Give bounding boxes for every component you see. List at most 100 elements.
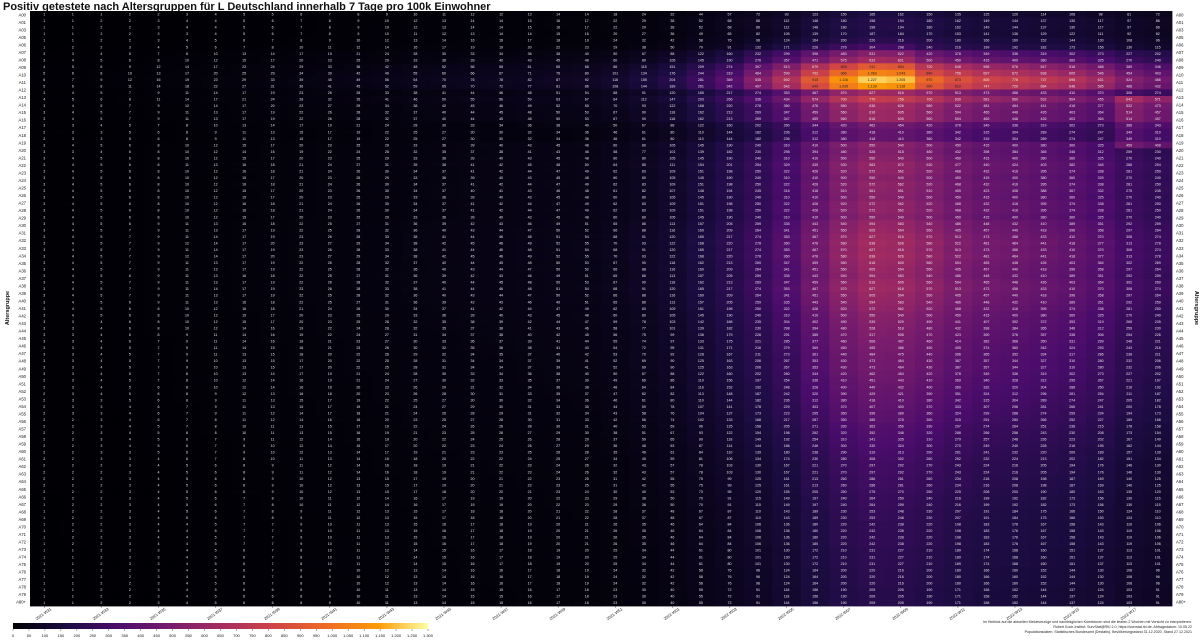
cell-label: 20	[613, 32, 617, 36]
cell-label: 151	[698, 169, 704, 173]
cell-label: 43	[471, 268, 475, 272]
cell-label: 29	[385, 196, 389, 200]
cell-label: 12	[214, 202, 218, 206]
cell-label: 39	[299, 78, 303, 82]
cell-label: 43	[499, 274, 503, 278]
heatmap-cells: 1 1 1 2 2 3 4 5 5 6 7 8 9 10 11 12 12 13 14 14 18 24 32 44 57 72 9…	[30, 11, 1173, 607]
cell-label: 5	[100, 169, 102, 173]
cell-label: 269	[755, 261, 761, 265]
cell-label: 202	[755, 124, 761, 128]
cell-label: 49	[585, 202, 589, 206]
cell-label: 1.035	[839, 84, 848, 88]
cell-label: 30	[499, 130, 503, 134]
cell-label: 353	[784, 91, 790, 95]
cell-label: 36	[356, 65, 360, 69]
cell-label: 2	[43, 411, 45, 415]
cell-label: 29	[471, 405, 475, 409]
cell-label: 56	[471, 65, 475, 69]
cell-label: 274	[1069, 398, 1075, 402]
cell-label: 312	[812, 130, 818, 134]
cell-label: 113	[670, 300, 676, 304]
cell-label: 3	[43, 326, 45, 330]
cell-label: 13	[242, 52, 246, 56]
cell-label: 456	[1012, 248, 1018, 252]
cell-label: 41	[499, 189, 503, 193]
cell-label: 259	[1155, 274, 1161, 278]
cell-label: 80	[642, 143, 646, 147]
cell-label: 18	[271, 183, 275, 187]
cell-label: 12	[214, 143, 218, 147]
cell-label: 486	[955, 222, 961, 226]
cell-label: 270	[1126, 313, 1132, 317]
cell-label: 410	[1041, 300, 1047, 304]
cell-label: 420	[926, 52, 932, 56]
cell-label: 631	[1098, 78, 1104, 82]
cell-label: 416	[1012, 183, 1018, 187]
cell-label: 39	[471, 215, 475, 219]
cell-label: 248	[1126, 339, 1132, 343]
cell-label: 90	[642, 281, 646, 285]
cell-label: 15	[528, 26, 532, 30]
cell-label: 849	[812, 84, 818, 88]
cell-label: 84	[613, 98, 617, 102]
cell-label: 59	[642, 405, 646, 409]
cell-label: 40	[499, 156, 503, 160]
cell-label: 4	[72, 254, 74, 258]
cell-label: 12	[185, 254, 189, 258]
cell-label: 202	[1155, 372, 1161, 376]
cell-label: 11	[242, 130, 246, 134]
cell-label: 403	[1069, 281, 1075, 285]
cell-label: 29	[385, 143, 389, 147]
cell-label: 720	[926, 65, 932, 69]
cell-label: 14	[214, 287, 218, 291]
cell-label: 25	[442, 418, 446, 422]
cell-label: 495	[955, 228, 961, 232]
cell-label: 38	[556, 52, 560, 56]
cell-label: 47	[556, 202, 560, 206]
cell-label: 70	[613, 241, 617, 245]
cell-label: 360	[1012, 346, 1018, 350]
cell-label: 3	[43, 320, 45, 324]
cell-label: 418	[1041, 294, 1047, 298]
cell-label: 240	[1155, 313, 1161, 317]
cell-label: 310	[784, 143, 790, 147]
cell-label: 32	[528, 137, 532, 141]
cell-label: 29	[242, 78, 246, 82]
cell-label: 297	[1126, 294, 1132, 298]
cell-label: 40	[499, 176, 503, 180]
cell-label: 334	[1041, 353, 1047, 357]
cell-label: 457	[983, 228, 989, 232]
cell-label: 3	[43, 196, 45, 200]
cell-label: 26	[328, 281, 332, 285]
cell-label: 202	[755, 372, 761, 376]
cell-label: 4	[100, 320, 102, 324]
cell-label: 35	[442, 320, 446, 324]
cell-label: 34	[413, 307, 417, 311]
cell-label: 200	[841, 39, 847, 43]
cell-label: 82	[756, 32, 760, 36]
cell-label: 18	[299, 353, 303, 357]
cell-label: 37	[528, 359, 532, 363]
cell-label: 550	[926, 294, 932, 298]
cell-label: 139	[698, 150, 704, 154]
cell-label: 312	[1098, 150, 1104, 154]
cell-label: 626	[898, 254, 904, 258]
cell-label: 67	[613, 117, 617, 121]
cell-label: 133	[698, 339, 704, 343]
cell-label: 292	[1126, 300, 1132, 304]
cell-label: 306	[1098, 333, 1104, 337]
cell-label: 4	[100, 385, 102, 389]
cell-label: 1	[72, 32, 74, 36]
cell-label: 8	[129, 98, 131, 102]
cell-label: 376	[1012, 333, 1018, 337]
cell-label: 17	[242, 281, 246, 285]
cell-label: 14	[214, 235, 218, 239]
cell-label: 43	[556, 326, 560, 330]
cell-label: 109	[669, 183, 675, 187]
cell-label: 22	[328, 326, 332, 330]
cell-label: 46	[499, 241, 503, 245]
cell-label: 173	[1155, 411, 1161, 415]
cell-label: 2	[129, 13, 131, 17]
cell-label: 9	[129, 65, 131, 69]
cell-label: 10	[385, 32, 389, 36]
